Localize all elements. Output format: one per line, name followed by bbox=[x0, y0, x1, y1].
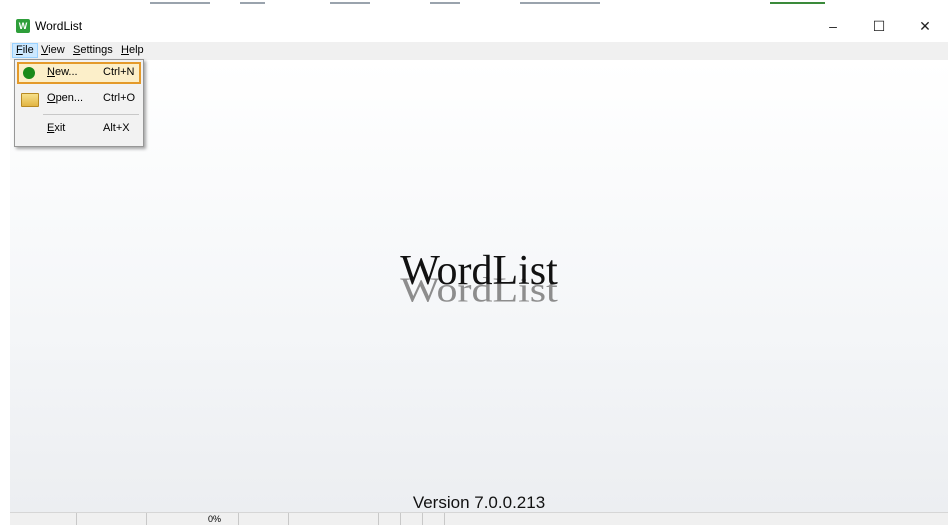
menu-file[interactable]: File bbox=[12, 43, 38, 58]
background-window-strip bbox=[0, 0, 948, 10]
new-green-dot-icon bbox=[23, 67, 35, 79]
main-content-area: WordList WordList Version 7.0.0.213 bbox=[10, 60, 948, 512]
exit-rest: xit bbox=[54, 122, 66, 134]
open-shortcut: Ctrl+O bbox=[103, 92, 136, 104]
status-cell bbox=[378, 513, 401, 525]
title-bar: W WordList – ☐ ✕ bbox=[10, 10, 948, 42]
open-mnemonic: O bbox=[47, 92, 56, 104]
menu-file-rest: ile bbox=[22, 44, 34, 56]
status-cell bbox=[422, 513, 445, 525]
menu-file-mnemonic: F bbox=[16, 44, 23, 56]
menu-help[interactable]: Help bbox=[118, 43, 147, 58]
exit-shortcut: Alt+X bbox=[103, 122, 130, 134]
menu-view[interactable]: View bbox=[38, 43, 68, 58]
status-cell bbox=[10, 513, 77, 525]
new-rest: ew... bbox=[54, 66, 78, 78]
version-label: Version 7.0.0.213 bbox=[412, 493, 546, 512]
window-title: WordList bbox=[35, 19, 83, 33]
menu-settings[interactable]: Settings bbox=[70, 43, 116, 58]
new-shortcut: Ctrl+N bbox=[103, 66, 135, 78]
status-cell bbox=[400, 513, 423, 525]
file-menu-dropdown: New... Ctrl+N Open... Ctrl+O Exit Alt+X bbox=[14, 59, 144, 147]
status-cell bbox=[146, 513, 239, 525]
menu-item-open[interactable]: Open... Ctrl+O bbox=[17, 88, 141, 110]
open-rest: pen... bbox=[55, 92, 84, 104]
wordlist-app-icon: W bbox=[16, 19, 30, 33]
menu-bar: File View Settings Help bbox=[10, 42, 948, 60]
minimize-button[interactable]: – bbox=[810, 10, 856, 42]
menu-separator bbox=[43, 114, 139, 115]
wordlist-window: W WordList – ☐ ✕ File View Settings Help… bbox=[10, 10, 948, 525]
logo-title: WordList bbox=[400, 248, 558, 294]
menu-item-exit[interactable]: Exit Alt+X bbox=[17, 118, 141, 140]
status-bar: 0% bbox=[10, 512, 948, 525]
menu-help-rest: elp bbox=[128, 44, 144, 56]
menu-view-rest: iew bbox=[48, 44, 65, 56]
close-button[interactable]: ✕ bbox=[902, 10, 948, 42]
menu-item-new[interactable]: New... Ctrl+N bbox=[17, 62, 141, 84]
status-cell bbox=[238, 513, 289, 525]
menu-help-mnemonic: H bbox=[121, 44, 129, 56]
menu-settings-rest: ettings bbox=[80, 44, 113, 56]
new-mnemonic: N bbox=[47, 66, 55, 78]
menu-item-exit-label: Exit bbox=[47, 122, 65, 134]
open-folder-icon bbox=[21, 93, 39, 107]
status-cell bbox=[288, 513, 379, 525]
status-cell bbox=[76, 513, 147, 525]
menu-item-new-label: New... bbox=[47, 66, 78, 78]
menu-item-open-label: Open... bbox=[47, 92, 83, 104]
maximize-button[interactable]: ☐ bbox=[856, 10, 902, 42]
